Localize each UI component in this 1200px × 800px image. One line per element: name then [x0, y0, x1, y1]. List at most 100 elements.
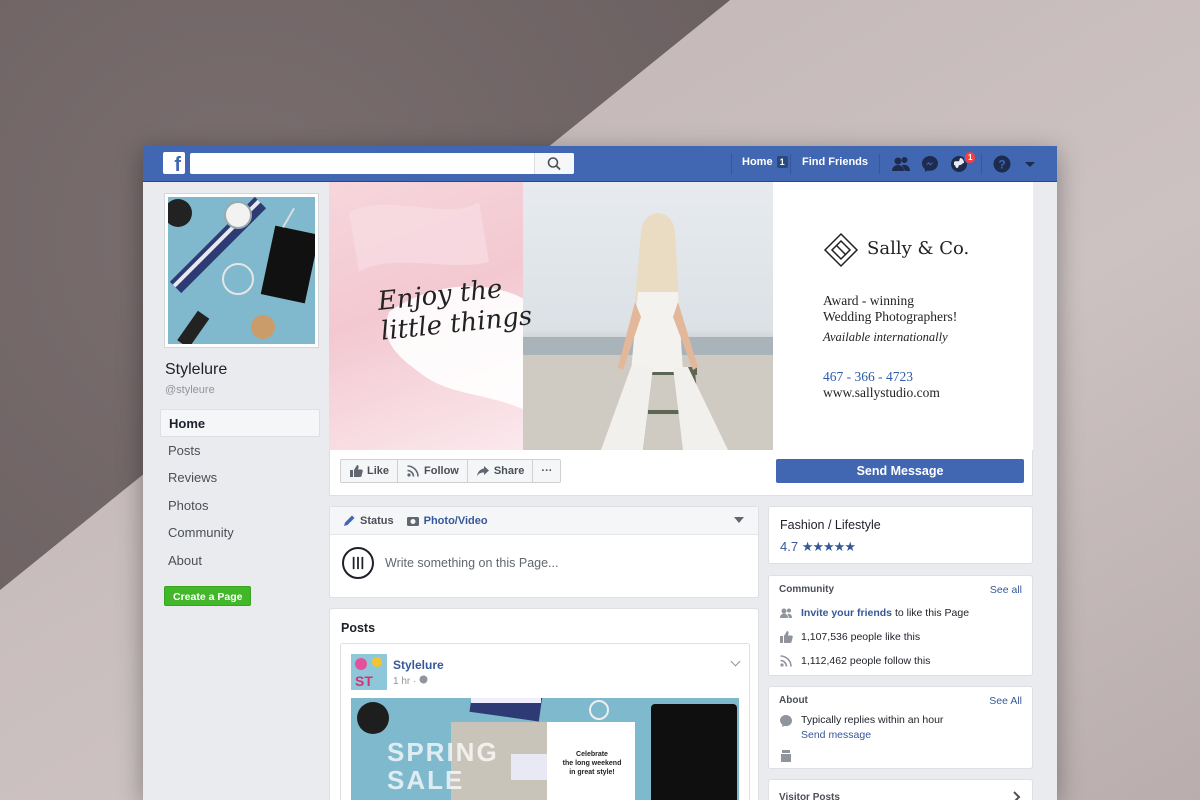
page-category[interactable]: Fashion / Lifestyle	[780, 518, 881, 532]
svg-text:?: ?	[998, 158, 1005, 172]
flatlay-illustration	[168, 197, 315, 344]
rss-icon	[780, 655, 792, 667]
nav-separator	[731, 154, 732, 174]
nav-find-friends[interactable]: Find Friends	[802, 156, 868, 168]
left-nav: Home Posts Reviews Photos Community Abou…	[160, 409, 320, 574]
left-nav-posts[interactable]: Posts	[160, 437, 320, 465]
visitor-posts-title: Visitor Posts	[779, 792, 840, 800]
left-nav-home[interactable]: Home	[160, 409, 320, 437]
page-handle: @styleure	[165, 384, 215, 396]
search-box	[190, 153, 574, 174]
pencil-icon	[344, 515, 355, 526]
post-image-headline: SPRING SALE	[387, 738, 499, 794]
send-message-button[interactable]: Send Message	[776, 459, 1024, 483]
posts-section: Posts ST Stylelure 1 hr · SPRING SALE Ce…	[329, 608, 759, 800]
post-time-label: 1 hr ·	[393, 676, 420, 687]
profile-picture-image	[168, 197, 315, 344]
brand-tagline-1: Award - winning	[823, 293, 914, 308]
follow-button[interactable]: Follow	[398, 460, 468, 482]
tab-status[interactable]: Status	[342, 514, 394, 528]
top-bar: f Home 1 Find Friends 1 ?	[143, 146, 1057, 182]
svg-text:ST: ST	[355, 673, 373, 689]
search-icon	[547, 157, 561, 171]
composer-input[interactable]	[385, 556, 745, 570]
promo-line-3: in great style!	[569, 769, 615, 776]
caret-down-icon[interactable]	[734, 517, 744, 523]
share-arrow-icon	[476, 466, 489, 477]
post-timestamp[interactable]: 1 hr ·	[393, 675, 428, 687]
brand-website: www.sallystudio.com	[823, 385, 940, 400]
friends-icon[interactable]	[891, 154, 911, 174]
about-title: About	[779, 695, 808, 706]
tab-status-label: Status	[360, 514, 394, 527]
left-nav-community[interactable]: Community	[160, 519, 320, 547]
promo-line-1: Celebrate	[576, 751, 608, 758]
page-name[interactable]: Stylelure	[165, 361, 227, 379]
invite-friends-text: to like this Page	[892, 607, 970, 619]
rss-icon	[407, 465, 419, 477]
about-card: About See All Typically replies within a…	[768, 686, 1033, 769]
chevron-right-icon[interactable]	[1012, 791, 1022, 800]
facebook-logo-icon[interactable]: f	[163, 152, 185, 174]
invite-friends-link[interactable]: Invite your friends	[801, 607, 892, 619]
nav-separator	[879, 154, 880, 174]
cover-brand-card: Sally & Co. Award - winning Wedding Phot…	[773, 182, 1033, 450]
camera-icon	[406, 516, 419, 526]
page-avatar	[342, 547, 374, 579]
brand-tagline-2: Wedding Photographers!	[823, 309, 958, 324]
profile-picture[interactable]	[164, 193, 319, 348]
caret-down-icon[interactable]	[1020, 154, 1040, 174]
post-author-avatar[interactable]: ST	[351, 654, 387, 690]
browser-window: f Home 1 Find Friends 1 ? Stylelure @sty…	[143, 146, 1057, 800]
promo-line-2: the long weekend	[562, 760, 622, 767]
post-image[interactable]: SPRING SALE Celebrate the long weekend i…	[351, 698, 739, 800]
community-card: Community See all Invite your friends to…	[768, 575, 1033, 676]
brand-phone: 467 - 366 - 4723	[823, 369, 913, 384]
replies-row: Typically replies within an hour Send me…	[779, 714, 943, 741]
tab-photo-video[interactable]: Photo/Video	[406, 514, 488, 528]
send-message-link[interactable]: Send message	[801, 729, 943, 741]
visitor-posts-card[interactable]: Visitor Posts	[768, 779, 1033, 800]
community-see-all-link[interactable]: See all	[990, 584, 1022, 596]
action-button-group: Like Follow Share ···	[340, 459, 562, 483]
likes-row: 1,107,536 people like this	[779, 630, 920, 644]
like-button[interactable]: Like	[341, 460, 399, 482]
posts-title: Posts	[341, 621, 376, 635]
post-composer: Status Photo/Video	[329, 506, 759, 598]
shop-icon	[781, 750, 791, 762]
post-author-name[interactable]: Stylelure	[393, 658, 444, 672]
likes-count: 1,107,536 people like this	[801, 631, 921, 643]
left-nav-photos[interactable]: Photos	[160, 492, 320, 520]
post-card: ST Stylelure 1 hr · SPRING SALE Celebrat…	[340, 643, 750, 800]
help-icon[interactable]: ?	[992, 154, 1012, 174]
about-see-all-link[interactable]: See All	[989, 695, 1022, 707]
post-image-text-2: SALE	[387, 765, 465, 795]
cover-photo[interactable]: Enjoy the little things Sally & Co. Awar…	[329, 182, 1033, 450]
follow-label: Follow	[424, 465, 459, 477]
post-options-chevron-icon[interactable]	[730, 656, 741, 667]
page-action-bar: Like Follow Share ··· Send Message	[329, 450, 1033, 496]
brand-tagline-3: Available internationally	[823, 330, 948, 344]
brand-diamond-logo-icon	[823, 232, 859, 268]
post-image-text-1: SPRING	[387, 737, 499, 767]
like-label: Like	[367, 465, 390, 477]
thumbs-up-icon	[780, 631, 793, 643]
tab-photo-video-label: Photo/Video	[423, 514, 488, 527]
replies-text: Typically replies within an hour	[801, 714, 944, 726]
nav-separator	[981, 154, 982, 174]
messenger-icon[interactable]	[920, 154, 940, 174]
invite-friends-row: Invite your friends to like this Page	[779, 606, 969, 620]
invite-friends-icon	[780, 608, 792, 618]
follows-count: 1,112,462 people follow this	[801, 655, 931, 667]
search-input[interactable]	[190, 153, 530, 174]
create-page-button[interactable]: Create a Page	[164, 586, 252, 606]
left-nav-reviews[interactable]: Reviews	[160, 464, 320, 492]
nav-home[interactable]: Home 1	[742, 156, 788, 168]
left-nav-about[interactable]: About	[160, 547, 320, 575]
page-rating[interactable]: 4.7 ★★★★★	[780, 539, 856, 555]
globe-small-icon	[419, 675, 428, 684]
search-button[interactable]	[534, 153, 574, 174]
follows-row: 1,112,462 people follow this	[779, 654, 930, 668]
share-button[interactable]: Share	[468, 460, 534, 482]
more-options-button[interactable]: ···	[533, 460, 560, 482]
